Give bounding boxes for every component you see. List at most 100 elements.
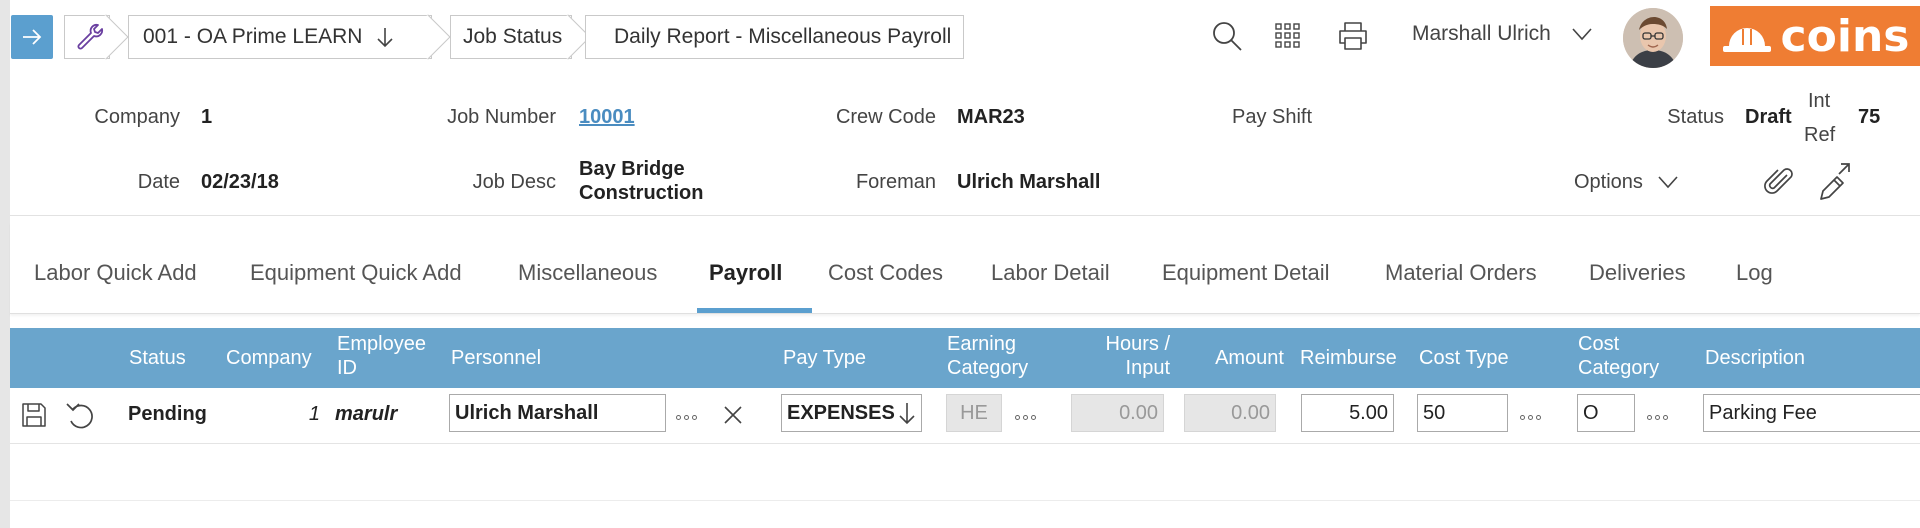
clear-personnel-button[interactable] [722,404,744,426]
foreman-label: Foreman [855,171,936,193]
tab-labor-detail[interactable]: Labor Detail [991,260,1110,286]
cost-type-lookup-button[interactable] [1520,414,1541,420]
left-edge-strip [0,0,10,528]
col-description[interactable]: Description [1705,346,1805,370]
wrench-icon [77,23,104,50]
tab-material-orders[interactable]: Material Orders [1385,260,1537,286]
dot-icon [1655,414,1660,420]
avatar[interactable] [1623,8,1683,68]
arrow-right-icon [23,29,42,45]
dot-icon [1520,414,1525,420]
pay-type-select[interactable]: EXPENSES [781,394,922,432]
col-amount[interactable]: Amount [1200,346,1284,370]
crew-code-label: Crew Code [835,106,936,128]
dot-icon [1663,414,1668,420]
grid-header: Status Company Employee ID Personnel Pay … [10,328,1920,388]
col-cost-category[interactable]: Cost Category [1578,332,1659,380]
col-cost-type[interactable]: Cost Type [1419,346,1509,370]
options-menu[interactable]: Options [1574,168,1679,196]
col-earning-category-line1: Earning [947,333,1016,355]
options-label: Options [1574,170,1643,193]
tab-equipment-quick-add[interactable]: Equipment Quick Add [250,260,462,286]
breadcrumb-job-status-label: Job Status [463,25,563,48]
tab-log[interactable]: Log [1736,260,1773,286]
cost-type-input[interactable]: 50 [1417,394,1508,432]
search-button[interactable] [1210,18,1244,54]
user-menu[interactable]: Marshall Ulrich [1412,22,1593,46]
chevron-down-icon [1658,176,1678,189]
col-company[interactable]: Company [226,346,312,370]
amount-input: 0.00 [1184,394,1276,432]
avatar-photo-icon [1623,8,1683,68]
dot-icon [676,414,681,420]
save-icon [22,403,46,427]
breadcrumb-current-label: Daily Report - Miscellaneous Payroll [614,25,952,48]
personnel-lookup-button[interactable] [676,414,697,420]
top-bar: 001 - OA Prime LEARN Job Status Daily Re… [10,0,1920,72]
undo-row-button[interactable] [64,401,98,429]
col-employee-id[interactable]: Employee ID [337,332,426,380]
row-status: Pending [128,403,207,425]
tab-bar: Labor Quick Add Equipment Quick Add Misc… [10,222,1920,314]
row-employee-id: marulr [335,403,398,425]
print-button[interactable] [1336,20,1370,52]
close-icon [724,406,742,424]
table-row: Pending 1 marulr Ulrich Marshall EXPENSE… [10,388,1920,444]
cost-category-lookup-button[interactable] [1647,414,1668,420]
attach-button[interactable] [1762,165,1796,199]
header-divider [10,215,1920,216]
col-hours-input-line1: Hours / [1105,333,1170,355]
dot-icon [1536,414,1541,420]
int-ref-value: 75 [1858,106,1881,128]
grid-icon [1275,23,1300,48]
edit-note-button[interactable] [1815,163,1851,201]
col-reimburse[interactable]: Reimburse [1300,346,1397,370]
col-status[interactable]: Status [129,346,186,370]
col-hours-input[interactable]: Hours / Input [1080,332,1170,380]
earning-category-input: HE [946,394,1002,432]
foreman-value: Ulrich Marshall [957,171,1101,193]
menu-toggle-button[interactable] [11,15,53,59]
job-number-link[interactable]: 10001 [579,106,635,129]
earning-category-lookup-button[interactable] [1015,414,1036,420]
breadcrumb-current-page: Daily Report - Miscellaneous Payroll [585,15,964,59]
coins-logo[interactable]: coins [1710,6,1920,66]
date-value: 02/23/18 [201,171,279,193]
paperclip-icon [1764,168,1793,194]
search-icon [1213,22,1242,51]
cost-category-input[interactable]: O [1577,394,1635,432]
date-label: Date [137,171,180,193]
chevron-down-icon [1572,28,1592,41]
tab-cost-codes[interactable]: Cost Codes [828,260,943,286]
col-employee-id-line1: Employee [337,333,426,355]
tab-equipment-detail[interactable]: Equipment Detail [1162,260,1330,286]
col-earning-category[interactable]: Earning Category [947,332,1028,380]
tab-miscellaneous[interactable]: Miscellaneous [518,260,657,286]
pay-type-value: EXPENSES [787,401,895,424]
job-desc-value-line1: Bay Bridge [579,158,685,180]
undo-icon [66,403,93,429]
apps-grid-button[interactable] [1272,20,1304,52]
breadcrumb-job-status[interactable]: Job Status [450,15,572,59]
printer-icon [1339,22,1367,50]
grid-bottom-border [10,500,1920,501]
tab-deliveries[interactable]: Deliveries [1589,260,1686,286]
tab-labor-quick-add[interactable]: Labor Quick Add [34,260,197,286]
job-desc-value-line2: Construction [579,182,704,204]
save-row-button[interactable] [20,401,48,429]
coins-logo-text: coins [1780,10,1910,62]
breadcrumb-company[interactable]: 001 - OA Prime LEARN [128,15,432,59]
personnel-input[interactable]: Ulrich Marshall [449,394,666,432]
breadcrumb-home[interactable] [64,15,110,59]
col-earning-category-line2: Category [947,357,1029,379]
tab-payroll[interactable]: Payroll [709,260,782,286]
int-ref-label-line2: Ref [1804,124,1836,146]
company-label: Company [94,106,180,128]
company-value: 1 [201,106,213,128]
reimburse-input[interactable]: 5.00 [1301,394,1394,432]
col-personnel[interactable]: Personnel [451,346,541,370]
col-hours-input-line2: Input [1125,357,1170,379]
description-input[interactable]: Parking Fee [1703,394,1920,432]
col-pay-type[interactable]: Pay Type [783,346,866,370]
status-label: Status [1667,106,1724,128]
